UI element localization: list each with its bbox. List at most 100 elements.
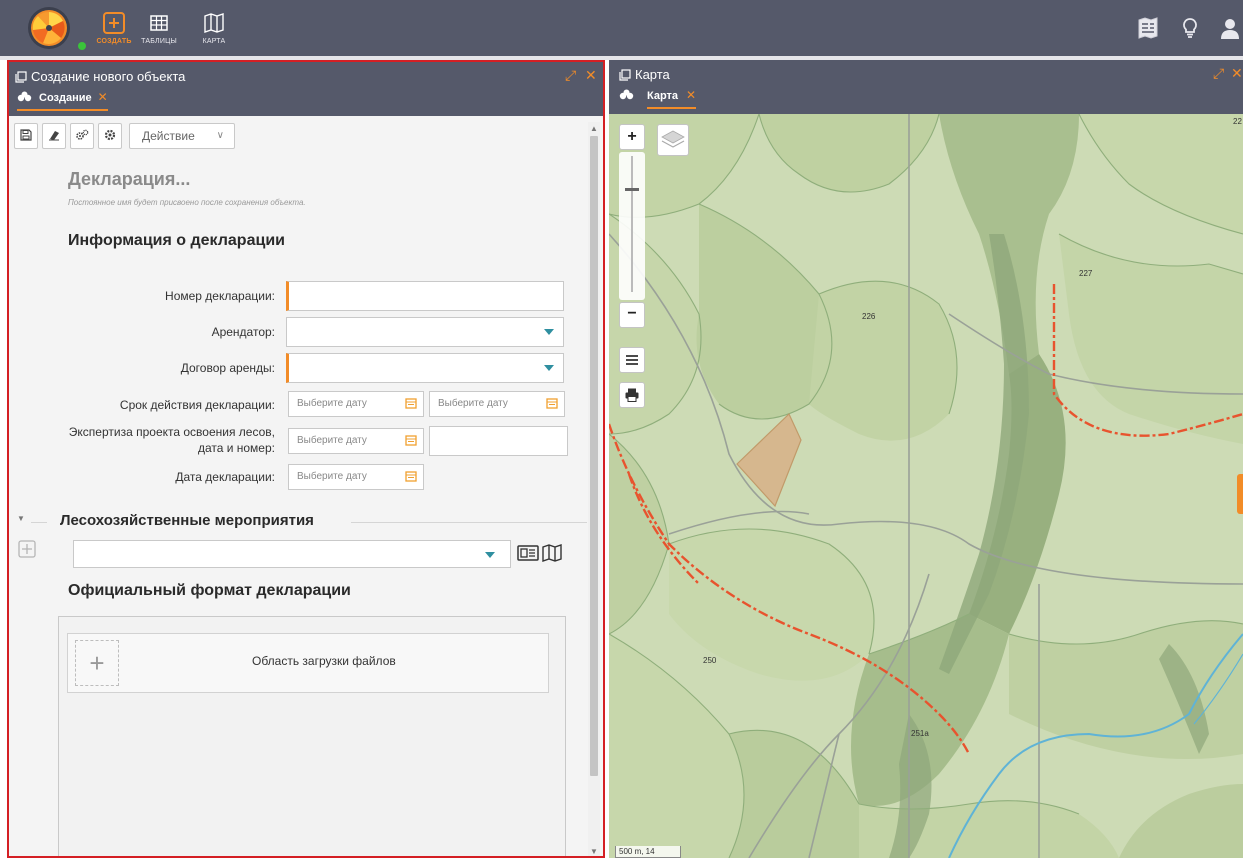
top-bar: СОЗДАТЬ ТАБЛИЦЫ КАРТА [0, 0, 1243, 56]
zoom-in-button[interactable]: + [619, 124, 645, 150]
tab-create[interactable]: Создание ✕ [17, 90, 108, 111]
print-button[interactable] [619, 382, 645, 408]
tenant-label: Арендатор: [211, 325, 275, 339]
calendar-icon[interactable] [405, 434, 417, 446]
map-icon [204, 13, 224, 33]
eraser-icon [49, 131, 59, 141]
tab-map[interactable]: Карта ✕ [619, 88, 697, 109]
file-upload-area[interactable]: + Область загрузки файлов [67, 633, 549, 693]
objects-icon [619, 89, 634, 100]
zoom-out-button[interactable]: − [619, 302, 645, 328]
legend-button[interactable] [619, 347, 645, 373]
date-placeholder: Выберите дату [297, 398, 367, 409]
tenant-combo[interactable] [286, 317, 564, 347]
number-input[interactable] [286, 281, 564, 311]
number-label: Номер декларации: [165, 289, 275, 303]
layers-icon [661, 130, 685, 148]
app-logo[interactable] [24, 5, 74, 51]
map-canvas[interactable]: 227 226 250 251а 22 [609, 114, 1243, 858]
contract-dropdown-arrow-icon[interactable] [535, 354, 563, 382]
validity-start-date[interactable]: Выберите дату [288, 391, 424, 417]
upload-container: + Область загрузки файлов [58, 616, 566, 856]
map-panel: Карта ⤢ ✕ Карта ✕ 227 226 250 251а 22 + … [609, 60, 1243, 858]
scroll-thumb[interactable] [590, 136, 598, 776]
tab-map-close[interactable]: ✕ [686, 88, 696, 102]
user-icon[interactable] [1216, 14, 1243, 42]
map-book-icon[interactable] [1134, 14, 1162, 42]
gear-icon [104, 129, 116, 141]
lightbulb-icon[interactable] [1176, 14, 1204, 42]
date-label: Дата декларации: [175, 470, 275, 484]
plus-square-icon [103, 12, 125, 34]
date-placeholder: Выберите дату [297, 435, 367, 446]
table-icon [150, 15, 168, 31]
map-view-icon[interactable] [541, 544, 563, 562]
expertise-date[interactable]: Выберите дату [288, 428, 424, 454]
action-dropdown[interactable]: Действие ∨ [129, 123, 235, 149]
contract-combo[interactable] [286, 353, 564, 383]
action-dropdown-label: Действие [142, 129, 195, 143]
scroll-down-arrow-icon[interactable]: ▼ [590, 847, 598, 856]
nav-tables[interactable]: ТАБЛИЦЫ [131, 5, 187, 51]
layers-button[interactable] [657, 124, 689, 156]
map-label-251a: 251а [911, 729, 929, 738]
expertise-number-input[interactable] [429, 426, 568, 456]
gears-icon [76, 129, 89, 140]
expand-map-button[interactable]: ⤢ [1213, 65, 1224, 82]
calendar-icon[interactable] [546, 397, 558, 409]
map-panel-header: Карта ⤢ ✕ Карта ✕ [609, 60, 1243, 114]
nav-map-label: КАРТА [202, 38, 226, 45]
declaration-date[interactable]: Выберите дату [288, 464, 424, 490]
validity-end-date[interactable]: Выберите дату [429, 391, 565, 417]
expertise-label: Экспертиза проекта освоения лесов, дата … [68, 425, 275, 455]
printer-icon [625, 388, 639, 402]
collapse-arrow-icon[interactable]: ▼ [17, 514, 25, 523]
close-map-button[interactable]: ✕ [1231, 65, 1243, 82]
calendar-icon[interactable] [405, 397, 417, 409]
panel-scrollbar[interactable]: ▲ ▼ [588, 122, 600, 856]
map-side-tab[interactable] [1237, 474, 1243, 514]
divider [351, 522, 587, 523]
clear-button[interactable] [42, 123, 66, 149]
close-panel-button[interactable]: ✕ [585, 67, 597, 84]
tab-map-label: Карта ✕ [647, 88, 697, 109]
divider [31, 522, 47, 523]
tab-create-close[interactable]: ✕ [98, 90, 108, 104]
zoom-handle[interactable] [625, 188, 639, 191]
nav-map[interactable]: КАРТА [186, 5, 242, 51]
create-object-panel: Создание нового объекта ⤢ ✕ Создание ✕ Д… [7, 60, 605, 858]
calendar-icon[interactable] [405, 470, 417, 482]
create-panel-title: Создание нового объекта [15, 69, 185, 84]
map-label-22: 22 [1233, 117, 1242, 126]
status-dot [78, 42, 86, 50]
list-icon [626, 355, 638, 365]
expand-panel-button[interactable]: ⤢ [565, 67, 576, 84]
form-view-icon[interactable] [517, 544, 539, 562]
nav-tables-label: ТАБЛИЦЫ [141, 38, 177, 45]
map-label-250: 250 [703, 656, 717, 665]
measures-section-header[interactable]: ▼ Лесохозяйственные мероприятия [17, 512, 587, 536]
tab-create-label: Создание [39, 92, 92, 104]
map-scale: 500 m, 14 [615, 846, 681, 858]
add-measure-icon[interactable] [18, 540, 36, 558]
settings-button[interactable] [98, 123, 122, 149]
upload-label: Область загрузки файлов [252, 654, 396, 668]
save-button[interactable] [14, 123, 38, 149]
date-placeholder: Выберите дату [297, 471, 367, 482]
format-section-title: Официальный формат декларации [68, 582, 351, 599]
tenant-dropdown-arrow-icon[interactable] [535, 318, 563, 346]
info-section-title: Информация о декларации [68, 232, 285, 249]
scroll-up-arrow-icon[interactable]: ▲ [590, 124, 598, 133]
chevron-down-icon: ∨ [216, 130, 224, 141]
map-label-227: 227 [1079, 269, 1093, 278]
save-icon [20, 129, 32, 141]
measures-section-title: Лесохозяйственные мероприятия [60, 512, 314, 529]
measures-combo[interactable] [73, 540, 511, 568]
object-name: Декларация... [68, 169, 191, 189]
contract-label: Договор аренды: [180, 361, 275, 375]
zoom-slider[interactable] [619, 152, 645, 300]
settings-group-button[interactable] [70, 123, 94, 149]
upload-plus-icon[interactable]: + [75, 640, 119, 686]
window-icon [15, 71, 27, 83]
window-icon [619, 69, 631, 81]
